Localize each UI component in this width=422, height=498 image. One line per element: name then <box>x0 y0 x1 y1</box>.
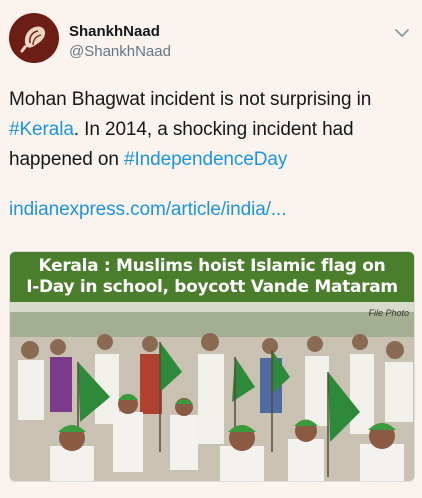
tweet-text-part: Mohan Bhagwat incident is not surprising… <box>9 89 372 110</box>
chevron-down-icon[interactable] <box>394 25 410 41</box>
avatar[interactable] <box>9 13 59 63</box>
image-headline-banner: Kerala : Muslims hoist Islamic flag on I… <box>10 252 414 302</box>
conch-shell-icon <box>20 26 46 53</box>
tweet-text: Mohan Bhagwat incident is not surprising… <box>9 85 414 175</box>
image-headline-line: I-Day in school, boycott Vande Mataram <box>26 277 398 297</box>
hashtag-kerala[interactable]: #Kerala <box>9 119 74 140</box>
crowd-photo <box>10 302 414 481</box>
tweet-media-image[interactable]: Kerala : Muslims hoist Islamic flag on I… <box>9 251 415 482</box>
account-name[interactable]: ShankhNaad <box>69 23 160 40</box>
hashtag-independenceday[interactable]: #IndependenceDay <box>124 149 287 170</box>
account-handle[interactable]: @ShankhNaad <box>69 43 171 60</box>
image-headline-line: Kerala : Muslims hoist Islamic flag on <box>38 256 386 276</box>
article-link[interactable]: indianexpress.com/article/india/... <box>9 199 287 221</box>
photo-credit: File Photo <box>368 308 409 318</box>
tweet-card: ShankhNaad @ShankhNaad Mohan Bhagwat inc… <box>0 0 422 498</box>
